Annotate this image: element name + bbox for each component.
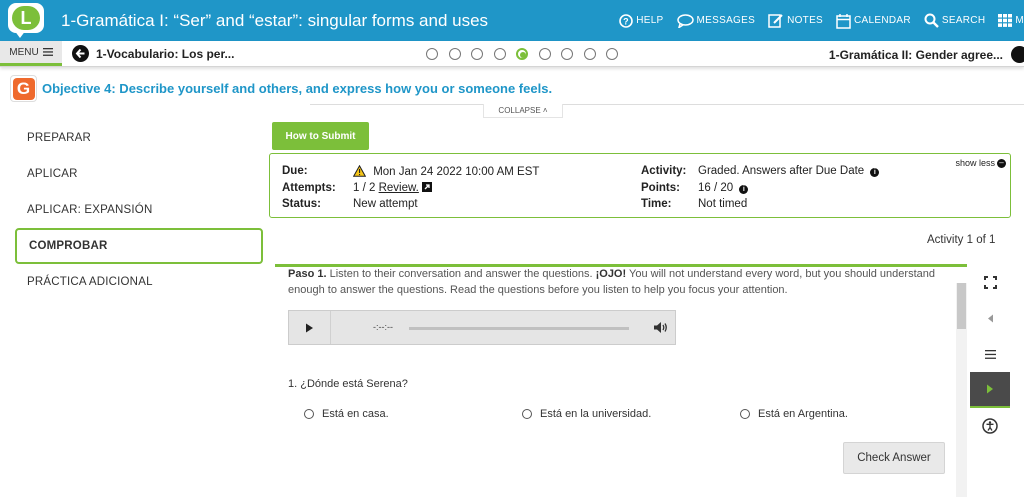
warning-icon (353, 165, 366, 177)
status-label: Status: (282, 198, 321, 210)
next-page-button[interactable] (970, 372, 1010, 408)
progress-dot[interactable] (426, 48, 438, 60)
answer-option[interactable]: Está en Argentina. (740, 408, 848, 420)
more-button[interactable]: M (998, 14, 1024, 27)
activity-nav-bar: MENU 1-Vocabulario: Los per... 1-Gramáti… (0, 41, 1024, 67)
play-button[interactable] (289, 311, 331, 344)
show-less-toggle[interactable]: show less – (955, 158, 1006, 168)
top-nav: ? HELP MESSAGES NOTES CALENDAR SEARCH M (619, 0, 1024, 41)
progress-dots (426, 48, 629, 60)
review-link[interactable]: Review. (379, 182, 419, 194)
search-button[interactable]: SEARCH (924, 13, 985, 28)
section-nav-item-aplicar-expansion[interactable]: APLICAR: EXPANSIÓN (15, 192, 263, 228)
answer-option[interactable]: Está en la universidad. (522, 408, 651, 420)
section-nav-item-comprobar[interactable]: COMPROBAR (15, 228, 263, 264)
section-nav: PREPARAR APLICAR APLICAR: EXPANSIÓN COMP… (15, 120, 263, 300)
menu-button[interactable]: MENU (0, 41, 62, 66)
assignment-info-panel: Due: Mon Jan 24 2022 10:00 AM EST Attemp… (269, 153, 1011, 218)
progress-dot[interactable] (471, 48, 483, 60)
objective-header: G Objective 4: Describe yourself and oth… (10, 75, 552, 102)
top-bar: L 1-Gramática I: “Ser” and “estar”: sing… (0, 0, 1024, 41)
page-title: 1-Gramática I: “Ser” and “estar”: singul… (61, 11, 489, 30)
previous-page-button[interactable] (970, 300, 1010, 336)
instructions-text: Paso 1. Listen to their conversation and… (288, 268, 935, 296)
triangle-left-icon (987, 314, 993, 322)
list-button[interactable] (970, 336, 1010, 372)
fullscreen-button[interactable] (970, 264, 1010, 300)
status-value: New attempt (353, 198, 418, 210)
radio-button[interactable] (522, 409, 532, 419)
volume-icon (654, 322, 667, 333)
previous-activity-link[interactable]: 1-Vocabulario: Los per... (72, 45, 234, 62)
minus-circle-icon: – (997, 158, 1006, 168)
audio-time: -:--:-- (373, 322, 393, 332)
section-nav-item-practica-adicional[interactable]: PRÁCTICA ADICIONAL (15, 264, 263, 300)
points-value: 16 / 20 (698, 182, 734, 194)
activity-label: Activity: (641, 165, 687, 177)
next-activity-link[interactable]: 1-Gramática II: Gender agree... (829, 46, 1024, 63)
volume-button[interactable] (653, 321, 669, 339)
calendar-icon (836, 13, 851, 29)
info-icon[interactable]: i (739, 185, 749, 194)
messages-button[interactable]: MESSAGES (676, 13, 756, 28)
progress-dot[interactable] (538, 48, 551, 60)
question-text: 1. ¿Dónde está Serena? (288, 378, 408, 390)
notes-icon (768, 14, 783, 28)
progress-dot[interactable] (583, 48, 596, 60)
triangle-right-icon (987, 384, 993, 394)
play-icon (306, 323, 313, 332)
search-icon (924, 13, 939, 28)
objective-badge: G (10, 75, 37, 102)
time-value: Not timed (698, 198, 748, 210)
due-label: Due: (282, 165, 308, 177)
messages-icon (676, 13, 694, 28)
audio-player: -:--:-- (288, 310, 676, 345)
notes-button[interactable]: NOTES (768, 13, 823, 28)
svg-text:?: ? (623, 16, 629, 26)
answer-option[interactable]: Está en casa. (304, 408, 389, 420)
hamburger-icon (42, 48, 53, 56)
progress-dot-current[interactable] (516, 48, 528, 60)
arrow-right-icon (1011, 46, 1024, 63)
progress-dot[interactable] (561, 48, 573, 60)
points-label: Points: (641, 182, 680, 194)
help-button[interactable]: ? HELP (619, 13, 663, 28)
accessibility-icon (982, 418, 998, 434)
activity-tools (970, 264, 1010, 444)
attempts-value: 1 / 2 (353, 182, 376, 194)
progress-dot[interactable] (493, 48, 506, 60)
attempts-label: Attempts: (282, 182, 336, 194)
time-label: Time: (641, 198, 672, 210)
progress-dot[interactable] (448, 48, 461, 60)
info-icon[interactable]: i (870, 168, 880, 177)
accessibility-button[interactable] (970, 408, 1010, 444)
arrow-left-icon (72, 45, 89, 62)
app-logo[interactable]: L (6, 3, 46, 38)
help-icon: ? (619, 13, 634, 28)
due-value: Mon Jan 24 2022 10:00 AM EST (373, 166, 540, 178)
objective-text: Objective 4: Describe yourself and other… (42, 81, 553, 96)
calendar-button[interactable]: CALENDAR (836, 13, 911, 29)
audio-seek-bar[interactable] (409, 327, 629, 330)
activity-counter: Activity 1 of 1 (927, 234, 996, 246)
how-to-submit-button[interactable]: How to Submit (272, 122, 369, 150)
divider (310, 104, 1024, 105)
scrollbar-thumb[interactable] (957, 283, 966, 329)
radio-button[interactable] (740, 409, 750, 419)
fullscreen-icon (983, 275, 997, 289)
section-nav-item-aplicar[interactable]: APLICAR (15, 156, 263, 192)
progress-dot[interactable] (606, 48, 618, 60)
chevron-up-icon: ˄ (542, 106, 548, 115)
list-icon (984, 349, 996, 359)
section-nav-item-preparar[interactable]: PREPARAR (15, 120, 263, 156)
more-grid-icon (998, 14, 1013, 27)
collapse-button[interactable]: COLLAPSE ˄ (483, 104, 563, 118)
activity-frame: Paso 1. Listen to their conversation and… (275, 264, 967, 497)
check-answer-button[interactable]: Check Answer (843, 442, 945, 474)
radio-button[interactable] (304, 409, 314, 419)
activity-value: Graded. Answers after Due Date (698, 165, 865, 177)
external-link-icon[interactable] (422, 182, 433, 192)
